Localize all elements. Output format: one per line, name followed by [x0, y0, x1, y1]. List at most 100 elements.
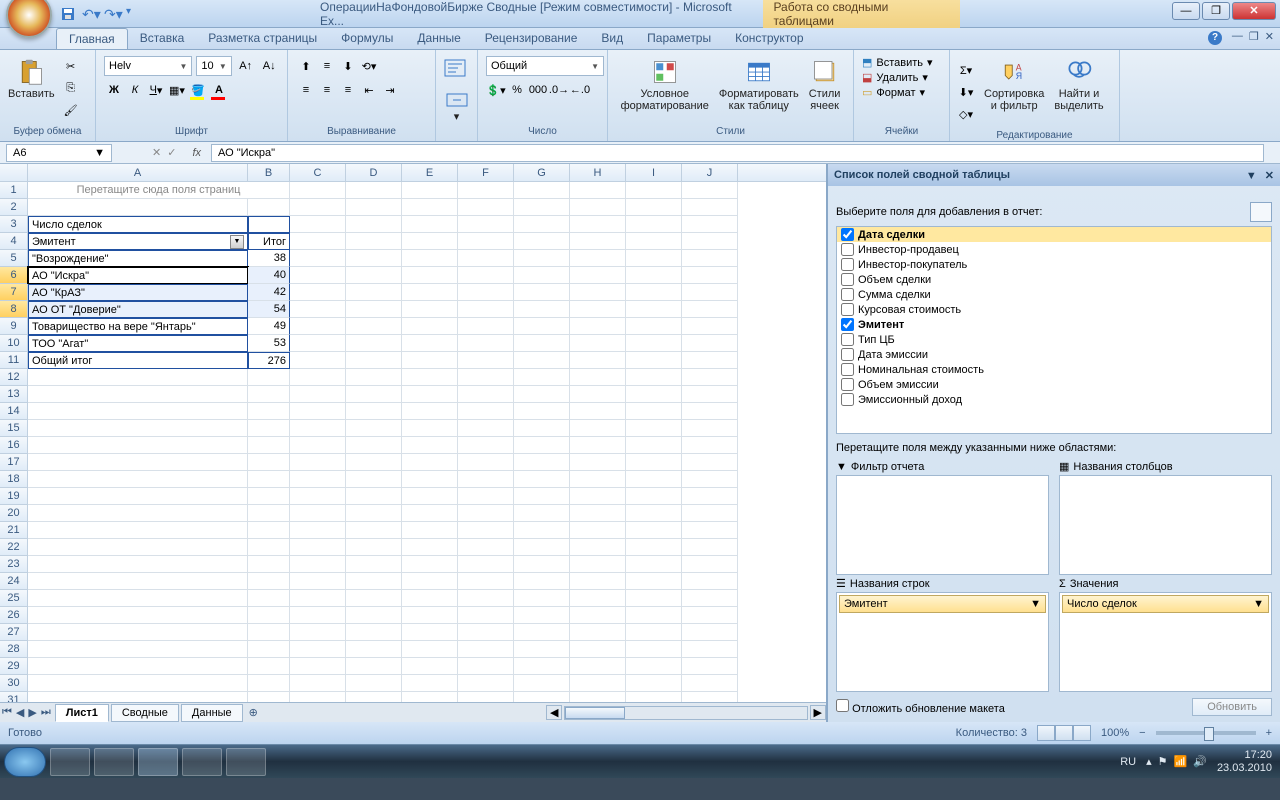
area-filter-box[interactable] [836, 475, 1049, 575]
cell[interactable] [514, 573, 570, 590]
formula-input[interactable]: АО "Искра" [211, 144, 1264, 162]
cell[interactable] [346, 471, 402, 488]
taskbar-item[interactable] [50, 748, 90, 776]
cell[interactable] [290, 335, 346, 352]
redo-icon[interactable]: ↷▾ [104, 6, 120, 22]
indent-dec-icon[interactable]: ⇤ [359, 80, 379, 100]
cell[interactable] [458, 573, 514, 590]
cell[interactable] [402, 216, 458, 233]
cell[interactable] [290, 301, 346, 318]
comma-icon[interactable]: 000 [528, 80, 548, 100]
row-header[interactable]: 14 [0, 403, 28, 420]
cell[interactable] [248, 607, 290, 624]
hscroll-right[interactable]: ▶ [810, 705, 826, 720]
row-header[interactable]: 18 [0, 471, 28, 488]
font-color-icon[interactable]: A [209, 80, 229, 100]
field-item[interactable]: Сумма сделки [837, 287, 1271, 302]
cell[interactable] [682, 250, 738, 267]
cell[interactable]: Общий итог [28, 352, 248, 369]
cell[interactable] [626, 284, 682, 301]
save-icon[interactable] [60, 6, 76, 22]
cell[interactable] [570, 284, 626, 301]
cell[interactable] [458, 488, 514, 505]
cell[interactable] [28, 641, 248, 658]
cell[interactable] [458, 607, 514, 624]
cell[interactable] [402, 182, 458, 199]
sort-filter-button[interactable]: АЯСортировка и фильтр [980, 56, 1048, 114]
cell[interactable] [570, 573, 626, 590]
language-indicator[interactable]: RU [1120, 756, 1136, 768]
field-dropdown-icon[interactable]: ▼ [230, 235, 244, 249]
cell[interactable] [514, 301, 570, 318]
column-header[interactable]: I [626, 164, 682, 181]
cell[interactable] [458, 182, 514, 199]
cell[interactable] [626, 318, 682, 335]
ribbon-tab[interactable]: Вставка [128, 28, 197, 49]
ribbon-tab[interactable]: Формулы [329, 28, 405, 49]
cell[interactable] [626, 199, 682, 216]
cell[interactable] [402, 454, 458, 471]
column-header[interactable]: G [514, 164, 570, 181]
merge-button[interactable]: ▾ [441, 90, 473, 125]
cell[interactable] [346, 675, 402, 692]
column-header[interactable]: D [346, 164, 402, 181]
hscroll-left[interactable]: ◀ [546, 705, 562, 720]
ribbon-tab[interactable]: Вид [589, 28, 635, 49]
cell[interactable] [626, 607, 682, 624]
cell[interactable] [458, 233, 514, 250]
cell[interactable] [290, 318, 346, 335]
cell[interactable] [458, 658, 514, 675]
align-left-icon[interactable]: ≡ [296, 80, 316, 100]
defer-update-checkbox[interactable]: Отложить обновление макета [836, 699, 1005, 715]
ribbon-tab[interactable]: Параметры [635, 28, 723, 49]
cell[interactable] [290, 369, 346, 386]
clock[interactable]: 17:20 23.03.2010 [1217, 749, 1276, 775]
cell[interactable] [458, 624, 514, 641]
fill-icon[interactable]: ⬇▾ [956, 82, 976, 102]
cell[interactable] [28, 369, 248, 386]
cell[interactable] [570, 488, 626, 505]
cell[interactable] [682, 675, 738, 692]
cell[interactable] [290, 454, 346, 471]
cell[interactable] [458, 692, 514, 702]
cell[interactable] [346, 352, 402, 369]
percent-icon[interactable]: % [507, 80, 527, 100]
cell[interactable] [346, 522, 402, 539]
sheet-nav-next[interactable]: ▶ [26, 706, 38, 719]
cell[interactable] [346, 267, 402, 284]
mdi-minimize[interactable]: — [1232, 30, 1243, 43]
cell[interactable] [28, 403, 248, 420]
cell[interactable]: Товарищество на вере "Янтарь" [28, 318, 248, 335]
zoom-out-icon[interactable]: − [1139, 727, 1145, 739]
cell[interactable] [248, 522, 290, 539]
cell[interactable] [402, 624, 458, 641]
cell[interactable] [402, 658, 458, 675]
taskbar-item[interactable] [226, 748, 266, 776]
cell[interactable] [570, 352, 626, 369]
cell[interactable] [346, 505, 402, 522]
cell[interactable]: "Возрождение" [28, 250, 248, 267]
field-item[interactable]: Дата сделки [837, 227, 1271, 242]
cell[interactable] [402, 573, 458, 590]
cell[interactable]: Итог [248, 233, 290, 250]
cell[interactable] [514, 675, 570, 692]
zoom-level[interactable]: 100% [1101, 727, 1129, 739]
cell[interactable] [682, 505, 738, 522]
cell[interactable] [28, 454, 248, 471]
cell[interactable]: ТОО "Агат" [28, 335, 248, 352]
help-icon[interactable]: ? [1208, 31, 1222, 45]
cell[interactable] [570, 386, 626, 403]
column-header[interactable]: E [402, 164, 458, 181]
cell[interactable] [402, 488, 458, 505]
row-header[interactable]: 22 [0, 539, 28, 556]
cell[interactable] [570, 641, 626, 658]
cell[interactable] [682, 335, 738, 352]
cell[interactable] [248, 454, 290, 471]
cell[interactable] [570, 607, 626, 624]
cell[interactable] [458, 386, 514, 403]
enter-formula-icon[interactable]: ✓ [167, 146, 176, 159]
cell[interactable] [402, 556, 458, 573]
cell[interactable] [514, 335, 570, 352]
cell[interactable] [28, 488, 248, 505]
cell[interactable] [402, 641, 458, 658]
